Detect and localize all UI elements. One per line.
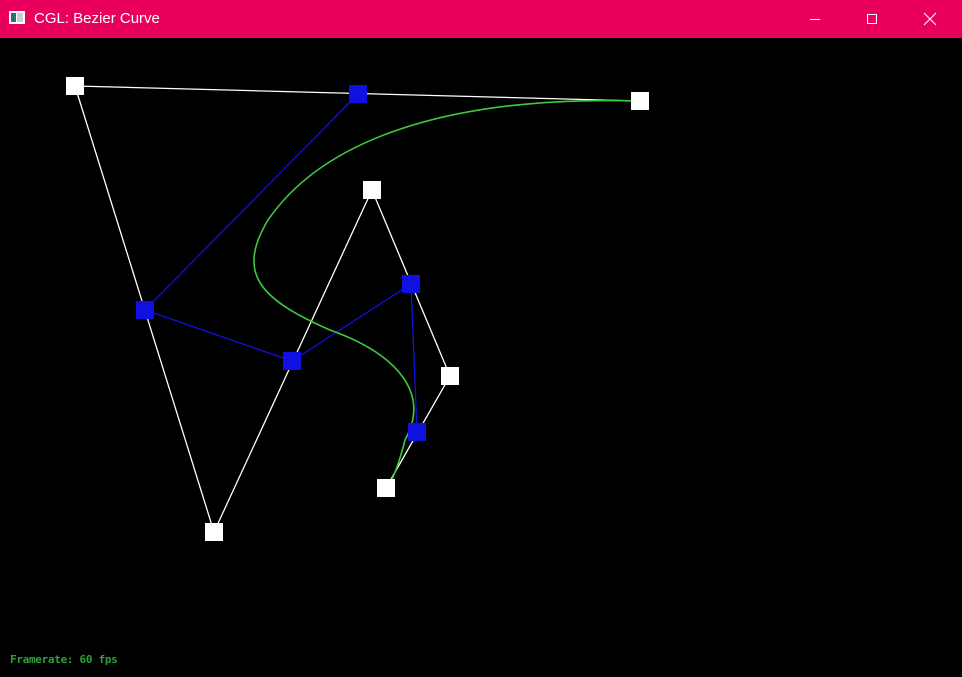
control-point-handle[interactable] (66, 77, 84, 95)
title-bar[interactable]: CGL: Bezier Curve (0, 0, 962, 38)
intermediate-point-handle[interactable] (136, 301, 154, 319)
app-window-icon (9, 11, 25, 24)
intermediate-polygon-segment (291, 283, 412, 362)
close-icon (923, 12, 937, 26)
intermediate-polygon-segment (144, 93, 359, 311)
control-point-handle[interactable] (631, 92, 649, 110)
maximize-icon (867, 14, 877, 24)
minimize-button[interactable] (786, 0, 844, 38)
intermediate-point-handle[interactable] (283, 352, 301, 370)
control-point-handle[interactable] (205, 523, 223, 541)
bezier-curve (253, 99, 641, 488)
render-canvas[interactable]: Framerate: 60 fps (0, 38, 962, 677)
intermediate-point-handle[interactable] (349, 85, 367, 103)
control-point-handle[interactable] (441, 367, 459, 385)
intermediate-point-handle[interactable] (402, 275, 420, 293)
window-title: CGL: Bezier Curve (34, 10, 160, 27)
intermediate-point-handle[interactable] (408, 423, 426, 441)
intermediate-polygon-segment (144, 309, 293, 362)
app-window: CGL: Bezier Curve Framerate: 60 fps (0, 0, 962, 677)
maximize-button[interactable] (843, 0, 901, 38)
control-point-handle[interactable] (377, 479, 395, 497)
bezier-scene[interactable] (0, 38, 962, 677)
close-button[interactable] (901, 0, 959, 38)
minimize-icon (810, 19, 820, 20)
framerate-label: Framerate: 60 fps (10, 653, 118, 666)
control-point-handle[interactable] (363, 181, 381, 199)
